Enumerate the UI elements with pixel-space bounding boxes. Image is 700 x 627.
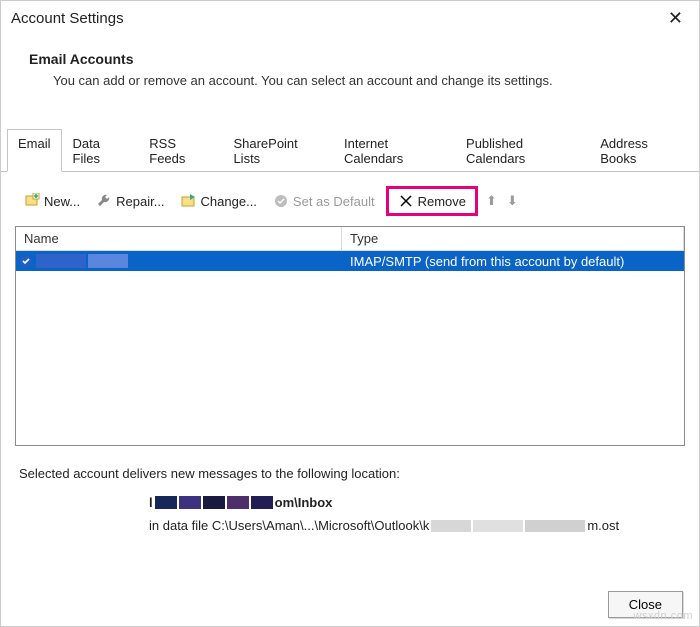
new-label: New... xyxy=(44,194,80,209)
remove-icon xyxy=(398,193,414,209)
set-default-label: Set as Default xyxy=(293,194,375,209)
tab-internet-calendars[interactable]: Internet Calendars xyxy=(333,129,455,172)
table-row[interactable]: IMAP/SMTP (send from this account by def… xyxy=(16,251,684,271)
title-bar: Account Settings ✕ xyxy=(1,1,699,33)
location-folder: l om\Inbox xyxy=(149,495,681,510)
remove-highlight: Remove xyxy=(386,186,478,216)
account-type: IMAP/SMTP (send from this account by def… xyxy=(342,254,684,269)
location-block: Selected account delivers new messages t… xyxy=(15,446,685,533)
close-icon[interactable]: ✕ xyxy=(662,7,689,29)
column-name[interactable]: Name xyxy=(16,227,342,251)
tab-published-calendars[interactable]: Published Calendars xyxy=(455,129,589,172)
tab-sharepoint-lists[interactable]: SharePoint Lists xyxy=(222,129,333,172)
list-header: Name Type xyxy=(16,227,684,251)
tab-rss-feeds[interactable]: RSS Feeds xyxy=(138,129,222,172)
toolbar: New... Repair... Change... Set as Defaul… xyxy=(15,186,685,226)
tab-content: New... Repair... Change... Set as Defaul… xyxy=(1,172,699,551)
change-label: Change... xyxy=(201,194,257,209)
header-subtitle: You can add or remove an account. You ca… xyxy=(29,73,675,88)
location-datafile: in data file C:\Users\Aman\...\Microsoft… xyxy=(149,518,681,533)
close-button[interactable]: Close xyxy=(608,591,683,618)
header: Email Accounts You can add or remove an … xyxy=(1,33,699,98)
repair-label: Repair... xyxy=(116,194,164,209)
check-circle-icon xyxy=(273,193,289,209)
remove-button[interactable]: Remove xyxy=(393,190,471,212)
new-icon xyxy=(24,193,40,209)
window-title: Account Settings xyxy=(11,10,124,27)
account-list: Name Type IMAP/SMTP (send from this acco… xyxy=(15,226,685,446)
repair-icon xyxy=(96,193,112,209)
move-down-icon: ⬇ xyxy=(505,193,520,209)
repair-button[interactable]: Repair... xyxy=(91,190,169,212)
default-account-icon xyxy=(16,254,36,268)
new-button[interactable]: New... xyxy=(19,190,85,212)
tab-address-books[interactable]: Address Books xyxy=(589,129,693,172)
account-name-redacted xyxy=(36,254,342,268)
change-button[interactable]: Change... xyxy=(176,190,262,212)
remove-label: Remove xyxy=(418,194,466,209)
dialog-footer: Close xyxy=(608,591,683,618)
header-title: Email Accounts xyxy=(29,51,675,67)
tab-email[interactable]: Email xyxy=(7,129,62,172)
set-default-button: Set as Default xyxy=(268,190,380,212)
move-up-icon: ⬆ xyxy=(484,193,499,209)
location-intro: Selected account delivers new messages t… xyxy=(19,466,681,481)
column-type[interactable]: Type xyxy=(342,227,684,251)
change-icon xyxy=(181,193,197,209)
tab-strip: Email Data Files RSS Feeds SharePoint Li… xyxy=(1,128,699,172)
tab-data-files[interactable]: Data Files xyxy=(62,129,139,172)
